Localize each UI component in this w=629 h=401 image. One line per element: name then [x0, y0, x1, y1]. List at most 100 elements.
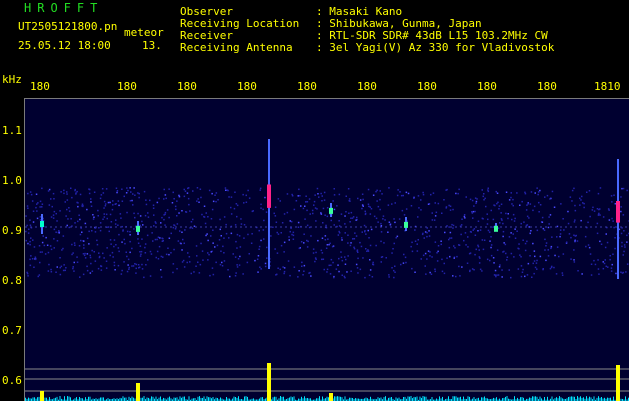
- noise-dot: [441, 244, 443, 246]
- noise-dot: [450, 232, 452, 234]
- noise-dot: [324, 269, 326, 271]
- noise-dot: [560, 233, 562, 235]
- noise-dot: [315, 257, 317, 259]
- noise-dot: [538, 202, 540, 204]
- noise-dot: [444, 232, 446, 234]
- noise-dot: [396, 237, 398, 239]
- noise-dot: [488, 191, 490, 193]
- noise-dot: [531, 277, 533, 279]
- level-bar: [103, 397, 104, 401]
- noise-dot: [381, 257, 383, 259]
- noise-dot: [165, 212, 167, 214]
- noise-dot: [254, 260, 256, 262]
- noise-dot: [209, 275, 211, 277]
- noise-dot: [371, 229, 373, 231]
- noise-dot: [189, 256, 191, 258]
- noise-dot: [204, 206, 206, 208]
- noise-dot: [498, 274, 500, 276]
- noise-dot: [509, 269, 511, 271]
- level-bar: [49, 397, 50, 401]
- noise-dot: [39, 245, 41, 247]
- level-bar: [37, 397, 38, 401]
- noise-dot: [150, 275, 152, 277]
- noise-dot: [554, 255, 556, 257]
- noise-dot: [189, 261, 191, 263]
- noise-dot: [66, 193, 68, 195]
- level-bar: [625, 396, 626, 401]
- noise-dot: [100, 198, 102, 200]
- noise-dot: [324, 192, 326, 194]
- noise-dot: [178, 240, 180, 242]
- noise-dot: [590, 253, 592, 255]
- noise-dot: [59, 232, 61, 234]
- noise-dot: [613, 195, 615, 197]
- level-bar: [226, 397, 227, 401]
- noise-dot: [117, 190, 119, 192]
- noise-dot: [151, 232, 153, 234]
- noise-dot: [100, 222, 102, 224]
- level-bar: [399, 398, 400, 401]
- level-bar: [340, 397, 341, 401]
- noise-dot: [30, 237, 32, 239]
- noise-dot: [510, 197, 512, 199]
- noise-dot: [127, 264, 128, 266]
- noise-dot: [460, 234, 462, 236]
- level-bar: [151, 396, 152, 401]
- noise-dot: [388, 276, 390, 278]
- noise-dot: [339, 194, 341, 196]
- noise-dot: [479, 262, 481, 264]
- level-bar: [85, 397, 86, 401]
- noise-dot: [436, 252, 438, 254]
- noise-dot: [138, 267, 140, 269]
- noise-dot: [227, 269, 229, 271]
- noise-dot: [430, 194, 432, 196]
- noise-dot: [345, 259, 347, 261]
- noise-dot: [55, 232, 57, 234]
- noise-dot: [184, 243, 186, 245]
- noise-dot: [266, 247, 268, 249]
- level-bar: [247, 397, 248, 401]
- noise-dot: [275, 274, 277, 276]
- noise-dot: [116, 188, 118, 190]
- noise-dot: [436, 212, 438, 214]
- noise-dot: [397, 236, 399, 238]
- noise-dot: [228, 196, 230, 198]
- noise-dot: [320, 193, 322, 195]
- noise-dot: [610, 255, 612, 257]
- noise-dot: [73, 270, 75, 272]
- noise-dot: [458, 244, 460, 246]
- noise-dot: [47, 245, 49, 247]
- y-tick-label: 1.0: [2, 174, 22, 187]
- noise-dot: [598, 214, 600, 216]
- noise-dot: [612, 254, 614, 256]
- noise-dot: [263, 238, 265, 240]
- noise-dot: [472, 268, 474, 270]
- noise-dot: [334, 194, 336, 196]
- level-bar: [198, 397, 199, 401]
- x-tick-label: 1810: [594, 80, 621, 93]
- noise-dot: [54, 247, 56, 249]
- noise-dot: [605, 259, 607, 261]
- noise-dot: [291, 234, 293, 236]
- noise-dot: [348, 188, 350, 190]
- noise-dot: [60, 191, 62, 193]
- spectrogram-panel: [24, 98, 629, 401]
- level-bar: [169, 397, 170, 401]
- noise-dot: [57, 266, 59, 268]
- noise-dot: [491, 244, 493, 246]
- noise-dot: [303, 208, 305, 210]
- level-bar: [570, 397, 571, 401]
- noise-dot: [334, 209, 336, 211]
- level-bar: [561, 397, 562, 401]
- noise-dot: [347, 242, 349, 244]
- noise-dot: [505, 213, 507, 215]
- noise-dot: [375, 191, 377, 193]
- noise-dot: [380, 223, 382, 225]
- noise-dot: [323, 208, 325, 210]
- noise-dot: [90, 255, 92, 257]
- level-bar: [156, 397, 157, 401]
- noise-dot: [82, 206, 84, 208]
- level-bar: [220, 398, 221, 401]
- noise-dot: [328, 244, 330, 246]
- noise-dot: [365, 211, 367, 213]
